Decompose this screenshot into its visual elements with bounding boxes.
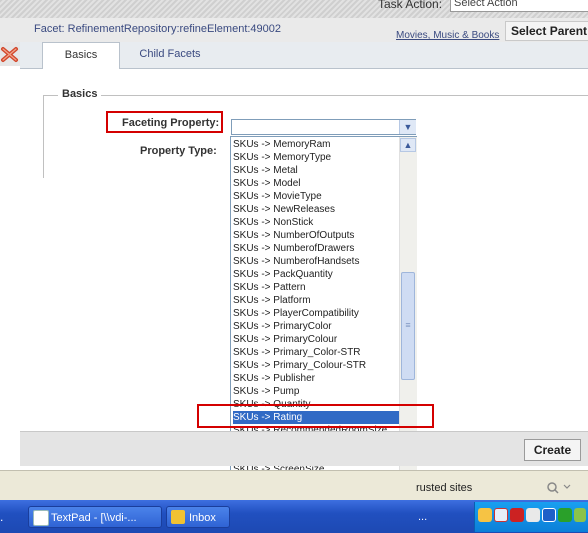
highlight-box-label (106, 111, 223, 133)
dropdown-option[interactable]: SKUs -> MemoryRam (233, 138, 401, 151)
dropdown-option[interactable]: SKUs -> Pump (233, 385, 401, 398)
dropdown-option[interactable]: SKUs -> Model (233, 177, 401, 190)
dropdown-option[interactable]: SKUs -> PlayerCompatibility (233, 307, 401, 320)
dropdown-option[interactable]: SKUs -> Primary_Color-STR (233, 346, 401, 359)
basics-legend: Basics (58, 88, 102, 100)
dropdown-option[interactable]: SKUs -> Platform (233, 294, 401, 307)
task-action-label: Task Action: (378, 0, 443, 11)
tab-bar: Basics Child Facets (20, 42, 588, 70)
dropdown-option[interactable]: SKUs -> NewReleases (233, 203, 401, 216)
chevron-down-icon[interactable]: ▼ (399, 120, 416, 134)
tray-app-icon[interactable] (478, 508, 492, 522)
zoom-icon[interactable] (545, 479, 573, 495)
faceting-property-dropdown-list[interactable]: SKUs -> MemoryRam SKUs -> MemoryType SKUs … (230, 136, 417, 527)
start-button[interactable]: . (0, 506, 22, 528)
taskbar-item-label: TextPad - [\\vdi-... (51, 512, 137, 524)
tray-shield-icon[interactable] (494, 508, 508, 522)
faceting-property-select[interactable] (231, 119, 416, 135)
taskbar-overflow[interactable]: ... (418, 506, 427, 528)
dropdown-option[interactable]: SKUs -> PrimaryColour (233, 333, 401, 346)
highlight-box-option (197, 404, 434, 428)
scroll-up-icon[interactable]: ▲ (400, 138, 416, 152)
dropdown-option[interactable]: SKUs -> NumberofDrawers (233, 242, 401, 255)
tray-security-icon[interactable] (510, 508, 524, 522)
tray-volume-icon[interactable] (574, 508, 586, 522)
close-icon[interactable] (0, 42, 21, 66)
browser-status-bar (0, 470, 588, 501)
dropdown-option[interactable]: SKUs -> PrimaryColor (233, 320, 401, 333)
tray-update-icon[interactable] (542, 508, 556, 522)
textpad-icon (33, 510, 49, 526)
create-button[interactable]: Create (524, 439, 581, 461)
dropdown-option[interactable]: SKUs -> Pattern (233, 281, 401, 294)
action-bar (20, 431, 588, 466)
dropdown-option[interactable]: SKUs -> NumberofHandsets (233, 255, 401, 268)
scrollbar-thumb[interactable]: ≡ (401, 272, 415, 380)
dropdown-option[interactable]: SKUs -> Primary_Colour-STR (233, 359, 401, 372)
taskbar-item-inbox[interactable]: Inbox (166, 506, 230, 528)
select-parent-button[interactable]: Select Parent (505, 21, 588, 41)
tab-basics[interactable]: Basics (42, 42, 120, 70)
dropdown-option[interactable]: SKUs -> MovieType (233, 190, 401, 203)
dropdown-option[interactable]: SKUs -> Metal (233, 164, 401, 177)
dropdown-option[interactable]: SKUs -> PackQuantity (233, 268, 401, 281)
dropdown-option[interactable]: SKUs -> NonStick (233, 216, 401, 229)
taskbar-item-textpad[interactable]: TextPad - [\\vdi-... (28, 506, 162, 528)
security-zone-label: rusted sites (416, 482, 473, 494)
property-type-label: Property Type: (140, 145, 217, 157)
inbox-icon (171, 510, 185, 524)
tray-network-icon[interactable] (526, 508, 540, 522)
dropdown-option[interactable]: SKUs -> NumberOfOutputs (233, 229, 401, 242)
tray-status-icon[interactable] (558, 508, 572, 522)
dropdown-option[interactable]: SKUs -> Publisher (233, 372, 401, 385)
task-action-select[interactable]: Select Action (450, 0, 588, 12)
breadcrumb-link[interactable]: Movies, Music & Books (396, 30, 499, 41)
dropdown-option[interactable]: SKUs -> MemoryType (233, 151, 401, 164)
tab-child-facets[interactable]: Child Facets (120, 42, 220, 68)
facet-title: Facet: RefinementRepository:refineElemen… (34, 23, 282, 35)
taskbar-item-label: Inbox (189, 512, 216, 524)
